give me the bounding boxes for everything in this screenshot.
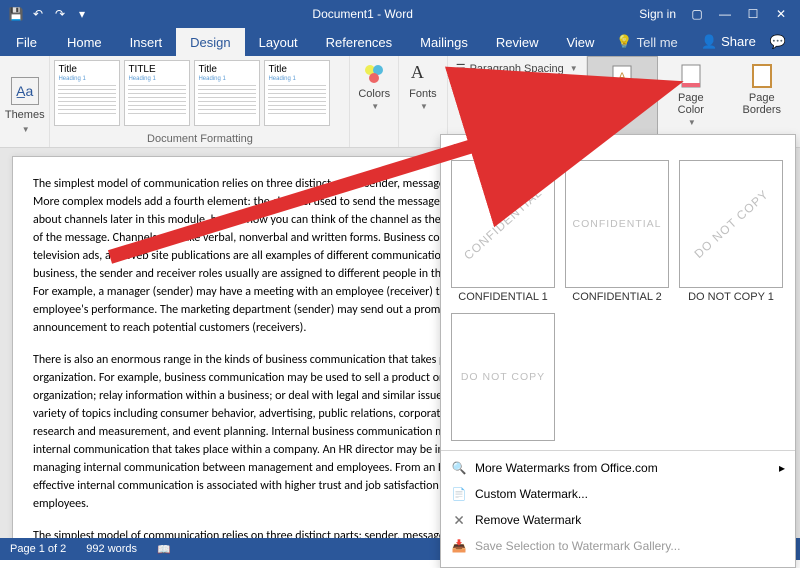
page-color-icon	[677, 62, 705, 90]
remove-icon: 🗙	[451, 512, 467, 528]
ribbon-display-options-icon[interactable]: ▢	[690, 7, 704, 21]
share-label: Share	[721, 34, 756, 49]
watermark-section-header: Confidential	[441, 135, 795, 160]
lightbulb-icon: 💡	[616, 34, 632, 50]
redo-icon[interactable]: ↷	[52, 6, 68, 22]
page-borders-icon	[748, 62, 776, 90]
page-indicator[interactable]: Page 1 of 2	[10, 543, 66, 555]
quick-access-toolbar: 💾 ↶ ↷ ▾	[0, 6, 98, 22]
tab-references[interactable]: References	[312, 28, 406, 56]
set-default-button[interactable]: ✓Set as Default	[456, 98, 578, 111]
page-color-label: Page Color	[666, 92, 715, 116]
document-title: Document1 - Word	[98, 7, 627, 21]
themes-button[interactable]: A̲a Themes ▼	[0, 56, 50, 147]
watermark-icon: A	[608, 63, 636, 91]
undo-icon[interactable]: ↶	[30, 6, 46, 22]
tab-layout[interactable]: Layout	[245, 28, 312, 56]
tab-view[interactable]: View	[552, 28, 608, 56]
comments-icon[interactable]: 💬	[770, 34, 786, 50]
proofing-icon[interactable]: 📖	[157, 543, 171, 556]
chevron-down-icon: ▼	[22, 125, 30, 134]
minimize-icon[interactable]: —	[718, 7, 732, 21]
watermark-option-do-not-copy-2[interactable]: DO NOT COPY	[451, 313, 555, 444]
word-count[interactable]: 992 words	[86, 543, 137, 555]
style-card[interactable]: TitleHeading 1	[194, 60, 260, 126]
fonts-label: Fonts	[409, 88, 437, 100]
colors-label: Colors	[358, 88, 390, 100]
ribbon-tabs: File Home Insert Design Layout Reference…	[0, 28, 800, 56]
titlebar: 💾 ↶ ↷ ▾ Document1 - Word Sign in ▢ — ☐ ✕	[0, 0, 800, 28]
watermark-grid: CONFIDENTIAL CONFIDENTIAL 1 CONFIDENTIAL…	[441, 160, 795, 450]
svg-text:A: A	[619, 71, 627, 83]
fonts-icon: A	[411, 62, 435, 86]
save-gallery-icon: 📥	[451, 538, 467, 554]
colors-icon	[362, 62, 386, 86]
effects-icon: �◑	[456, 80, 474, 93]
save-icon[interactable]: 💾	[8, 6, 24, 22]
effects-button[interactable]: �◑Effects▼	[456, 80, 578, 93]
paragraph-spacing-button[interactable]: ☰Paragraph Spacing▼	[456, 62, 578, 75]
more-watermarks-item[interactable]: 🔍 More Watermarks from Office.com ▸	[441, 455, 795, 481]
watermark-option-confidential-2[interactable]: CONFIDENTIAL CONFIDENTIAL 2	[565, 160, 669, 303]
paragraph-spacing-icon: ☰	[456, 62, 466, 75]
watermark-option-do-not-copy-1[interactable]: DO NOT COPY DO NOT COPY 1	[679, 160, 783, 303]
qat-customize-icon[interactable]: ▾	[74, 6, 90, 22]
watermark-menu: 🔍 More Watermarks from Office.com ▸ 📄 Cu…	[441, 450, 795, 563]
search-icon: 🔍	[451, 460, 467, 476]
colors-button[interactable]: Colors ▼	[350, 56, 399, 147]
themes-icon: A̲a	[11, 77, 39, 105]
gallery-label: Document Formatting	[50, 131, 349, 147]
custom-watermark-item[interactable]: 📄 Custom Watermark...	[441, 481, 795, 507]
tab-home[interactable]: Home	[53, 28, 116, 56]
check-icon: ✓	[456, 98, 465, 111]
tab-review[interactable]: Review	[482, 28, 553, 56]
themes-label: Themes	[5, 109, 45, 121]
chevron-right-icon: ▸	[779, 461, 785, 475]
watermark-option-confidential-1[interactable]: CONFIDENTIAL CONFIDENTIAL 1	[451, 160, 555, 303]
style-card[interactable]: TITLEHeading 1	[124, 60, 190, 126]
signin-link[interactable]: Sign in	[639, 7, 676, 21]
tab-design[interactable]: Design	[176, 28, 244, 56]
page-borders-label: Page Borders	[732, 92, 792, 116]
watermark-dropdown: Confidential CONFIDENTIAL CONFIDENTIAL 1…	[440, 134, 796, 568]
watermark-label: Watermark	[596, 93, 649, 105]
remove-watermark-item[interactable]: 🗙 Remove Watermark	[441, 507, 795, 533]
tell-me-label: Tell me	[637, 35, 678, 50]
style-card[interactable]: TitleHeading 1	[264, 60, 330, 126]
tab-insert[interactable]: Insert	[116, 28, 177, 56]
close-icon[interactable]: ✕	[774, 7, 788, 21]
style-card[interactable]: TitleHeading 1	[54, 60, 120, 126]
tell-me[interactable]: 💡 Tell me	[616, 34, 677, 50]
tab-mailings[interactable]: Mailings	[406, 28, 482, 56]
save-watermark-item: 📥 Save Selection to Watermark Gallery...	[441, 533, 795, 559]
file-tab[interactable]: File	[0, 28, 53, 56]
style-gallery[interactable]: TitleHeading 1 TITLEHeading 1 TitleHeadi…	[50, 56, 349, 131]
share-button[interactable]: 👤 Share	[701, 34, 756, 50]
maximize-icon[interactable]: ☐	[746, 7, 760, 21]
watermark-custom-icon: 📄	[451, 486, 467, 502]
